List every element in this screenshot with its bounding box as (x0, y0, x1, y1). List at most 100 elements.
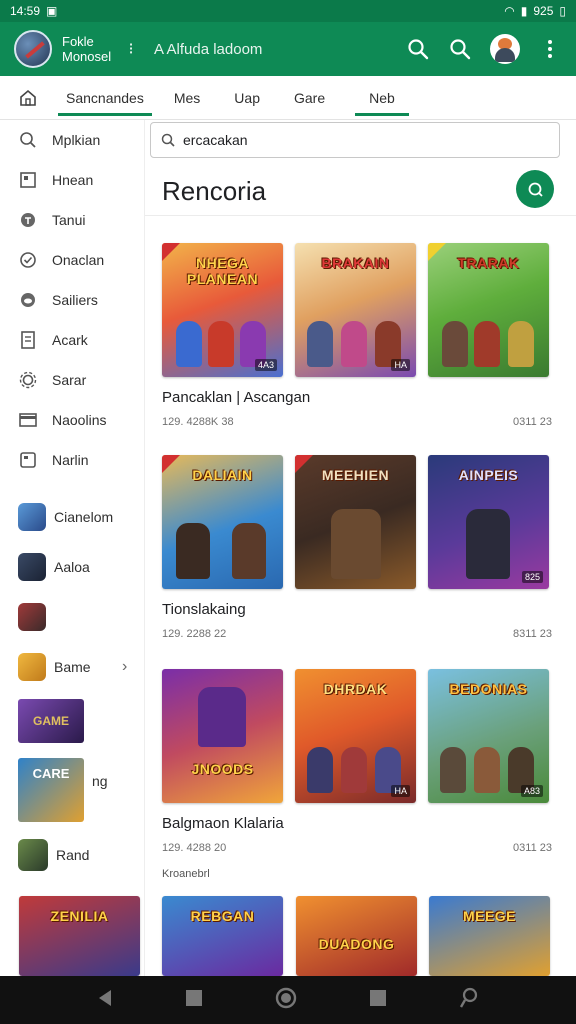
game-tile[interactable]: DALIAIN (162, 455, 283, 589)
sidebar-item-label: Hnean (52, 172, 94, 188)
tile-tag: A83 (520, 785, 543, 797)
sidebar-item-label: Narlin (52, 452, 89, 468)
game-tile[interactable]: BRAKAIN HA (295, 243, 416, 377)
sidebar-item-tanui[interactable]: Tanui (0, 200, 144, 240)
search-alt-icon[interactable] (448, 37, 472, 61)
sidebar-app-bame[interactable]: Bame › (0, 642, 144, 692)
game-tile-title: MEEGE (462, 908, 517, 924)
sidebar-item-onaclan[interactable]: Onaclan (0, 240, 144, 280)
game-tile[interactable]: REBGAN (162, 896, 283, 976)
game-row: DALIAIN MEEHIEN AINPEIS 825 Tionslakaing… (162, 455, 552, 640)
app-thumbnail (18, 603, 46, 631)
sidebar-app-rand[interactable]: Rand (0, 830, 144, 880)
sidebar-item-narlin[interactable]: Narlin (0, 440, 144, 480)
bottom-tiles-row: ZENILIA REBGAN DUADONG MEEGE (0, 896, 576, 976)
character-figure (474, 747, 500, 793)
section-title: Rencoria (162, 176, 267, 206)
game-tile-title: AINPEIS (458, 467, 519, 483)
search-icon[interactable] (406, 37, 430, 61)
assistant-icon[interactable] (459, 987, 479, 1014)
game-tile-title: TRARAK (457, 255, 520, 271)
game-tile[interactable]: MEEHIEN (295, 455, 416, 589)
sidebar-app-cianelom[interactable]: Cianelom (0, 492, 144, 542)
game-tile-title: BEDONIAS (449, 681, 528, 697)
recents-icon[interactable] (370, 989, 387, 1011)
sidebar-app-aaloa[interactable]: Aaloa (0, 542, 144, 592)
card-icon (18, 410, 38, 430)
avatar[interactable] (490, 34, 520, 64)
app-name-line2: Monosel (62, 49, 112, 64)
character-figure (442, 321, 468, 367)
sidebar-item-sailiers[interactable]: Sailiers (0, 280, 144, 320)
refresh-button[interactable] (516, 170, 554, 208)
game-meta-left: 129. 4288 20 (162, 842, 227, 854)
sidebar-app-3[interactable] (0, 592, 144, 642)
game-title[interactable]: Tionslakaing (162, 601, 552, 618)
sidebar-app-ng[interactable]: CARE ng (0, 750, 144, 830)
sidebar-item-acark[interactable]: Acark (0, 320, 144, 360)
app-banner: GAME (18, 699, 84, 743)
sidebar-item-label: Tanui (52, 212, 86, 228)
sidebar-app-label: Aaloa (54, 559, 90, 575)
game-meta: 129. 4288 20 0311 23 (162, 842, 552, 854)
game-tile[interactable]: DHRDAK HA (295, 669, 416, 803)
app-name: Fokle Monosel (62, 34, 118, 64)
cloud-icon (18, 290, 38, 310)
sidebar-app-5[interactable]: GAME (0, 692, 144, 750)
app-thumbnail (18, 839, 48, 871)
game-tile[interactable]: DUADONG (296, 896, 417, 976)
game-meta: 129. 2288 22 8311 23 (162, 628, 552, 640)
game-tile-title: REBGAN (190, 908, 255, 924)
square-icon[interactable] (185, 989, 202, 1011)
extra-label: Kroanebrl (162, 868, 210, 880)
sidebar-item-label: Naoolins (52, 412, 107, 428)
game-title[interactable]: Balgmaon Klalaria (162, 815, 552, 832)
tile-tag: HA (391, 785, 410, 797)
sidebar-item-label: Sailiers (52, 292, 98, 308)
app-logo[interactable] (14, 30, 52, 68)
game-tile[interactable]: MEEGE (429, 896, 550, 976)
game-tile-title: DALIAIN (192, 467, 253, 483)
game-tile[interactable]: TRARAK (428, 243, 549, 377)
game-tile[interactable]: AINPEIS 825 (428, 455, 549, 589)
tile-tag: HA (391, 359, 410, 371)
chevron-right-icon[interactable]: › (122, 658, 127, 676)
game-tile[interactable]: BEDONIAS A83 (428, 669, 549, 803)
sidebar-item-mplkian[interactable]: Mplkian (0, 120, 144, 160)
game-meta-left: 129. 4288K 38 (162, 416, 234, 428)
app-thumbnail (18, 553, 46, 581)
search-box[interactable] (150, 122, 560, 158)
search-input[interactable] (183, 132, 523, 148)
character-figure (176, 523, 210, 579)
image-icon: ▣ (46, 4, 58, 18)
doc-icon (18, 330, 38, 350)
game-title[interactable]: Pancaklan | Ascangan (162, 389, 552, 406)
search-icon (18, 130, 38, 150)
game-tile-title: DUADONG (318, 936, 395, 952)
character-figure (331, 509, 381, 579)
tab-uap[interactable]: Uap (230, 76, 264, 120)
sidebar-item-label: Acark (52, 332, 88, 348)
sidebar-item-naoolins[interactable]: Naoolins (0, 400, 144, 440)
tab-mes[interactable]: Mes (170, 76, 204, 120)
game-tile[interactable]: JNOODS (162, 669, 283, 803)
home-icon[interactable] (0, 76, 56, 120)
wifi-icon: ◠ (504, 4, 515, 18)
sidebar-item-sarar[interactable]: Sarar (0, 360, 144, 400)
tile-tag: 825 (521, 571, 543, 583)
tab-gare[interactable]: Gare (290, 76, 329, 120)
game-meta-right: 0311 23 (513, 842, 552, 854)
sidebar-app-label: Rand (56, 847, 90, 863)
back-icon[interactable] (97, 989, 113, 1012)
game-tile[interactable]: ZENILIA (19, 896, 140, 976)
tab-sancnandes[interactable]: Sancnandes (58, 76, 152, 120)
tab-bar: Sancnandes Mes Uap Gare Neb (0, 76, 576, 120)
divider (145, 215, 576, 216)
home-circle-icon[interactable] (275, 987, 297, 1014)
more-vert-icon[interactable] (538, 37, 562, 61)
app-name-line1: Fokle (62, 34, 94, 49)
app-menu-icon[interactable]: ⁝ (126, 39, 136, 59)
game-tile[interactable]: NHEGA PLANEAN 4A3 (162, 243, 283, 377)
tab-neb[interactable]: Neb (355, 76, 409, 120)
sidebar-item-hnean[interactable]: Hnean (0, 160, 144, 200)
